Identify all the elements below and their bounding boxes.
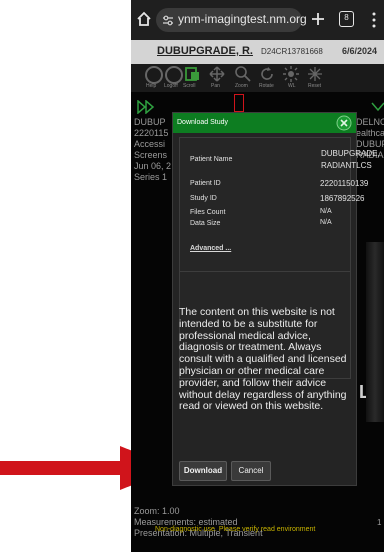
new-tab-icon[interactable] <box>311 12 325 26</box>
cancel-button[interactable]: Cancel <box>231 461 271 481</box>
patient-name-header: DUBUPGRADE, R. <box>157 45 253 57</box>
dialog-title: Download Study <box>177 119 228 126</box>
browser-toolbar: ynm-imagingtest.nm.org 8 <box>131 0 384 40</box>
medical-disclaimer: The content on this website is not inten… <box>179 306 347 413</box>
overlay-left-line: Screens <box>134 150 168 160</box>
details-divider <box>180 271 350 272</box>
field-label: Patient ID <box>190 180 221 187</box>
frame-marker: 1 <box>377 518 382 527</box>
rotate-icon[interactable] <box>259 66 275 82</box>
zoom-icon[interactable] <box>235 66 251 82</box>
home-icon[interactable] <box>136 11 152 27</box>
reset-icon[interactable] <box>307 66 323 82</box>
toolbar-label-rotate: Rotate <box>259 83 274 89</box>
overlay-right-line: ealthcar <box>356 128 384 138</box>
field-label: Data Size <box>190 220 221 227</box>
download-study-dialog: Download Study Patient Name DUBUPGRADE, … <box>172 112 380 486</box>
field-label: Patient Name <box>190 156 233 163</box>
accession-header: D24CR13781668 <box>261 47 323 56</box>
viewer-toolbar: Help Logoff Scroll Pan Zoom Rotate WL Re… <box>131 64 384 92</box>
study-id-value: 1867892526 <box>320 194 365 203</box>
overlay-left-line: DUBUP <box>134 117 166 127</box>
zoom-readout: Zoom: 1.00 <box>134 506 180 516</box>
tab-switcher-button[interactable]: 8 <box>339 11 354 27</box>
toolbar-label-help: Help <box>146 83 157 89</box>
tab-count: 8 <box>344 13 349 22</box>
image-edge <box>366 242 384 422</box>
site-settings-icon[interactable] <box>162 14 174 26</box>
field-label: Study ID <box>190 195 217 202</box>
scroll-icon[interactable] <box>185 66 201 82</box>
power-icon[interactable] <box>165 66 183 84</box>
date-header: 6/6/2024 <box>342 46 378 56</box>
toolbar-label-scroll: Scroll <box>183 83 196 89</box>
toolbar-label-reset: Reset <box>308 83 322 89</box>
overlay-right-line: DELNO <box>356 117 384 127</box>
advanced-link[interactable]: Advanced ... <box>190 245 231 252</box>
pan-icon[interactable] <box>209 66 225 82</box>
dialog-titlebar: Download Study <box>173 113 356 133</box>
field-label: Files Count <box>190 209 226 216</box>
window-level-icon[interactable] <box>283 66 299 82</box>
address-bar[interactable]: ynm-imagingtest.nm.org <box>156 8 307 32</box>
toolbar-label-wl: WL <box>288 83 296 89</box>
close-icon[interactable] <box>336 115 352 131</box>
patient-id-value: 22201150139 <box>320 179 369 188</box>
download-button[interactable]: Download <box>179 461 227 481</box>
collapse-chevron-icon[interactable] <box>371 102 384 112</box>
expand-chevron-icon[interactable] <box>137 100 157 114</box>
image-marker <box>234 94 244 112</box>
toolbar-label-logoff: Logoff <box>164 83 178 89</box>
patient-name-value: DUBUPGRADE, RADIANTLCS <box>321 149 380 170</box>
phone-screen: ynm-imagingtest.nm.org 8 DUBUPGRADE, R. … <box>131 0 384 552</box>
more-menu-icon[interactable] <box>371 12 377 28</box>
url-text: ynm-imagingtest.nm.org <box>178 12 307 26</box>
overlay-left-line: Jun 06, 2 <box>134 161 172 171</box>
toolbar-label-zoom: Zoom <box>235 83 248 89</box>
files-count-value: N/A <box>320 208 332 215</box>
non-diagnostic-warning: Non-diagnostic use. Please verify read e… <box>155 526 316 533</box>
overlay-left-line: 2220115 <box>134 128 169 138</box>
data-size-value: N/A <box>320 219 332 226</box>
toolbar-label-pan: Pan <box>211 83 220 89</box>
help-icon[interactable] <box>145 66 163 84</box>
patient-header: DUBUPGRADE, R. D24CR13781668 6/6/2024 <box>131 40 384 64</box>
overlay-left-line: Series 1 <box>134 172 168 182</box>
overlay-left-line: Accessi <box>134 139 166 149</box>
